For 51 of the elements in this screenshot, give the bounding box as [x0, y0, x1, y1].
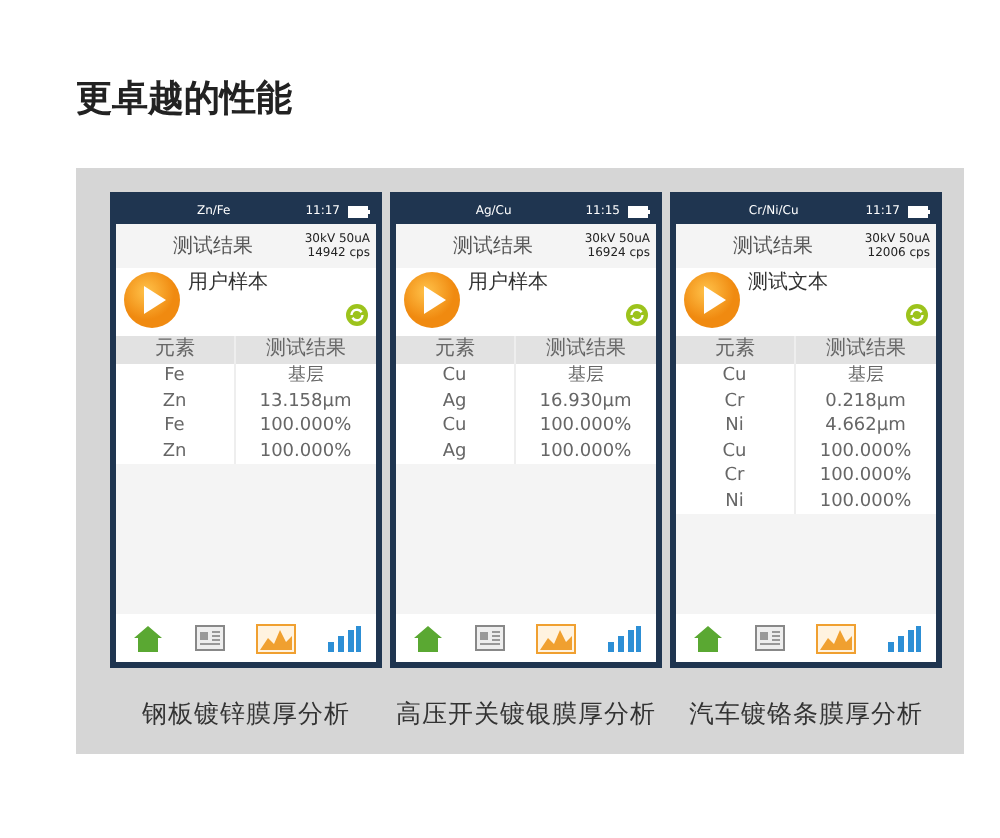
table-cell-text: Cu	[720, 439, 749, 464]
table-cell-text: Cu	[440, 364, 469, 389]
table-cell-text: Cu	[440, 414, 469, 439]
table-cell-text: Ni	[723, 414, 746, 439]
sample-name: 用户样本	[468, 272, 550, 296]
table-cell-text: Ag	[440, 439, 469, 464]
play-button[interactable]	[124, 272, 180, 328]
phone-caption: 高压开关镀银膜厚分析	[396, 696, 656, 732]
home-icon[interactable]	[131, 623, 163, 653]
home-icon[interactable]	[691, 623, 723, 653]
refresh-icon[interactable]	[626, 304, 648, 326]
column-header: 元素	[712, 336, 757, 364]
bar-chart-icon[interactable]	[325, 623, 361, 653]
card-icon[interactable]	[473, 624, 505, 652]
battery-icon	[628, 205, 650, 217]
table-cell-text: Zn	[160, 439, 189, 464]
phone-caption: 汽车镀铬条膜厚分析	[689, 696, 923, 732]
sample-name: 用户样本	[188, 272, 270, 296]
table-cell-text: Cr	[722, 464, 747, 489]
table-cell: 100.000%	[793, 489, 936, 514]
bar-chart-icon[interactable]	[605, 623, 641, 653]
result-title: 测试结果	[451, 233, 536, 261]
table-cell-text: Zn	[160, 389, 189, 414]
table-cell-text: Ni	[723, 489, 746, 514]
table-cell: 100.000%	[233, 439, 376, 464]
refresh-icon[interactable]	[346, 304, 368, 326]
card-icon[interactable]	[753, 624, 785, 652]
home-icon[interactable]	[411, 623, 443, 653]
section-heading: 更卓越的性能	[76, 76, 294, 124]
result-title: 测试结果	[731, 233, 816, 261]
table-cell-text: Ag	[440, 389, 469, 414]
table-cell: 100.000%	[513, 439, 656, 464]
column-header: 元素	[152, 336, 197, 364]
battery-icon	[348, 205, 370, 217]
table-cell-text: Fe	[162, 364, 187, 389]
column-header: 元素	[432, 336, 477, 364]
table-cell-text: Cu	[720, 364, 749, 389]
phone-caption: 钢板镀锌膜厚分析	[142, 696, 350, 732]
area-chart-icon[interactable]	[255, 623, 295, 653]
table-cell-text: Cr	[722, 389, 747, 414]
bar-chart-icon[interactable]	[885, 623, 921, 653]
refresh-icon[interactable]	[906, 304, 928, 326]
result-title: 测试结果	[171, 233, 256, 261]
area-chart-icon[interactable]	[535, 623, 575, 653]
battery-icon	[908, 205, 930, 217]
play-button[interactable]	[404, 272, 460, 328]
play-button[interactable]	[684, 272, 740, 328]
table-cell-text: Fe	[162, 414, 187, 439]
sample-name: 测试文本	[748, 272, 830, 296]
card-icon[interactable]	[193, 624, 225, 652]
area-chart-icon[interactable]	[815, 623, 855, 653]
